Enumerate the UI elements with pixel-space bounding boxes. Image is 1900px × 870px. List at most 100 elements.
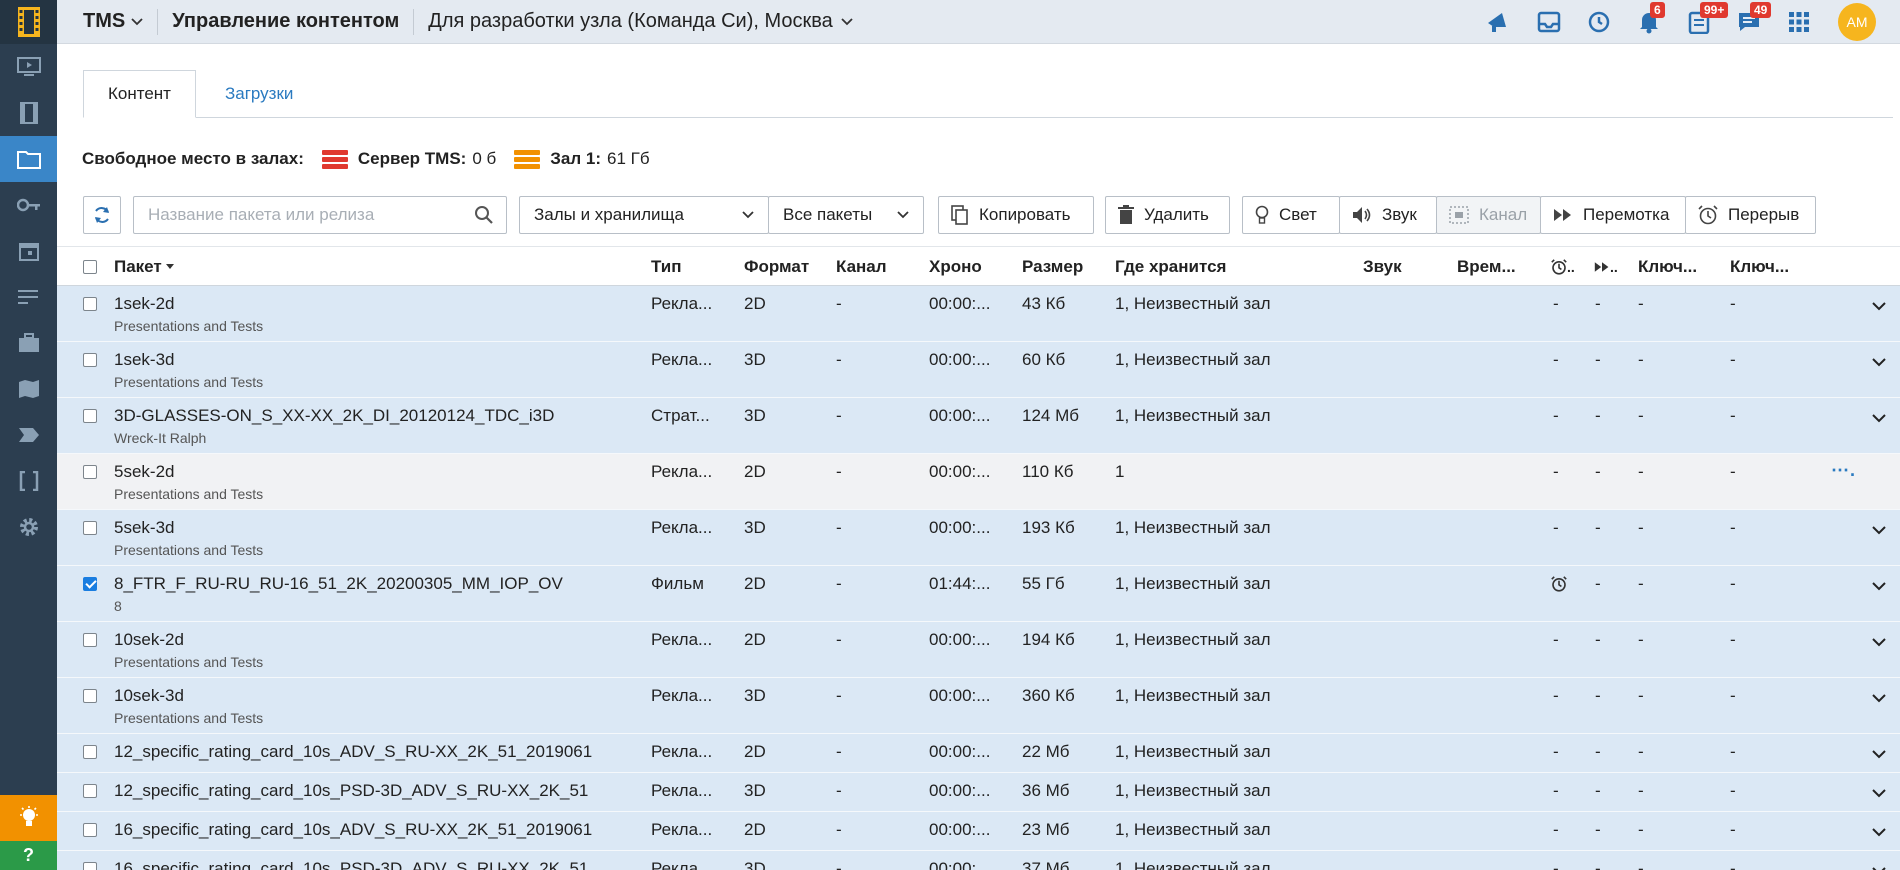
nav-tags[interactable] xyxy=(0,412,57,458)
column-break[interactable]: .. xyxy=(1551,247,1575,287)
packages-dropdown[interactable]: Все пакеты xyxy=(768,196,924,234)
row-checkbox[interactable] xyxy=(83,689,97,703)
key-2-value: - xyxy=(1730,406,1736,425)
user-avatar[interactable]: АМ xyxy=(1838,3,1876,41)
row-expand-button[interactable] xyxy=(1872,861,1886,870)
column-time[interactable]: Врем... xyxy=(1457,247,1516,287)
column-package[interactable]: Пакет xyxy=(114,247,174,287)
column-format[interactable]: Формат xyxy=(744,247,809,287)
select-all-checkbox[interactable] xyxy=(83,247,97,287)
key-1-value: - xyxy=(1638,630,1644,649)
column-rewind[interactable]: .. xyxy=(1594,247,1618,287)
nav-films[interactable] xyxy=(0,90,57,136)
row-expand-button[interactable] xyxy=(1872,744,1886,764)
row-expand-button[interactable] xyxy=(1872,520,1886,540)
table-row[interactable]: 12_specific_rating_card_10s_ADV_S_RU-XX_… xyxy=(57,734,1900,773)
row-checkbox[interactable] xyxy=(83,577,97,591)
column-key-1[interactable]: Ключ... xyxy=(1638,247,1697,287)
row-checkbox[interactable] xyxy=(83,823,97,837)
row-expand-button[interactable] xyxy=(1872,688,1886,708)
nav-projectors[interactable] xyxy=(0,320,57,366)
help-button[interactable]: ? xyxy=(0,841,57,870)
column-channel[interactable]: Канал xyxy=(836,247,887,287)
row-expand-button[interactable] xyxy=(1872,632,1886,652)
history-button[interactable] xyxy=(1574,0,1624,44)
table-row[interactable]: 16_specific_rating_card_10s_ADV_S_RU-XX_… xyxy=(57,812,1900,851)
app-switcher[interactable]: TMS xyxy=(83,10,143,33)
nav-playlists[interactable] xyxy=(0,274,57,320)
tab-content[interactable]: Контент xyxy=(83,70,196,118)
search-input[interactable]: Название пакета или релиза xyxy=(133,196,507,234)
nav-settings[interactable] xyxy=(0,504,57,550)
notifications-button[interactable]: 6 xyxy=(1624,0,1674,44)
nav-schedule[interactable] xyxy=(0,228,57,274)
row-expand-button[interactable] xyxy=(1872,408,1886,428)
rewind-button[interactable]: Перемотка xyxy=(1540,196,1686,234)
break-button[interactable]: Перерыв xyxy=(1685,196,1816,234)
messages-button[interactable]: 49 xyxy=(1724,0,1774,44)
announcements-button[interactable] xyxy=(1474,0,1524,44)
table-row[interactable]: 1sek-3d Presentations and Tests Рекла... 3D… xyxy=(57,342,1900,398)
column-stored[interactable]: Где хранится xyxy=(1115,247,1226,287)
column-type[interactable]: Тип xyxy=(651,247,681,287)
column-size[interactable]: Размер xyxy=(1022,247,1083,287)
table-row[interactable]: 5sek-2d Presentations and Tests Рекла... 2D… xyxy=(57,454,1900,510)
halls-dropdown[interactable]: Залы и хранилища xyxy=(519,196,769,234)
row-checkbox[interactable] xyxy=(83,353,97,367)
refresh-button[interactable] xyxy=(83,196,121,234)
app-logo[interactable] xyxy=(0,0,57,44)
row-expand-button[interactable] xyxy=(1872,576,1886,596)
table-row[interactable]: 8_FTR_F_RU-RU_RU-16_51_2K_20200305_MM_IO… xyxy=(57,566,1900,622)
table-row[interactable]: 5sek-3d Presentations and Tests Рекла... 3D… xyxy=(57,510,1900,566)
row-expand-button[interactable] xyxy=(1872,783,1886,803)
channel-button[interactable]: Канал xyxy=(1436,196,1541,234)
table-row[interactable]: 10sek-3d Presentations and Tests Рекла... 3… xyxy=(57,678,1900,734)
row-checkbox[interactable] xyxy=(83,521,97,535)
package-type: Рекла... xyxy=(651,350,713,369)
package-stored: 1, Неизвестный зал xyxy=(1115,781,1271,800)
tasks-button[interactable]: 99+ xyxy=(1674,0,1729,44)
apps-button[interactable] xyxy=(1774,0,1824,44)
refresh-icon xyxy=(95,207,109,223)
nav-halls[interactable] xyxy=(0,366,57,412)
table-row[interactable]: 10sek-2d Presentations and Tests Рекла... 2… xyxy=(57,622,1900,678)
package-type: Рекла... xyxy=(651,781,713,800)
table-row[interactable]: 12_specific_rating_card_10s_PSD-3D_ADV_S… xyxy=(57,773,1900,812)
tab-downloads[interactable]: Загрузки xyxy=(201,70,317,118)
map-icon xyxy=(18,380,39,398)
column-chrono[interactable]: Хроно xyxy=(929,247,982,287)
inbox-button[interactable] xyxy=(1524,0,1574,44)
nav-keys[interactable] xyxy=(0,182,57,228)
row-checkbox[interactable] xyxy=(83,409,97,423)
column-key-2[interactable]: Ключ... xyxy=(1730,247,1789,287)
package-type: Рекла... xyxy=(651,859,713,870)
sound-button[interactable]: Звук xyxy=(1339,196,1437,234)
calendar-icon xyxy=(18,243,39,261)
nav-brackets[interactable] xyxy=(0,458,57,504)
copy-button[interactable]: Копировать xyxy=(938,196,1094,234)
table-row[interactable]: 3D-GLASSES-ON_S_XX-XX_2K_DI_20120124_TDC… xyxy=(57,398,1900,454)
more-actions-icon[interactable]: ⋯. xyxy=(1831,460,1856,481)
nav-screens[interactable] xyxy=(0,44,57,90)
delete-button[interactable]: Удалить xyxy=(1105,196,1230,234)
row-checkbox[interactable] xyxy=(83,784,97,798)
column-sound[interactable]: Звук xyxy=(1363,247,1402,287)
left-sidebar: ? xyxy=(0,0,57,870)
row-checkbox[interactable] xyxy=(83,297,97,311)
site-selector[interactable]: Для разработки узла (Команда Си), Москва xyxy=(428,10,853,33)
row-checkbox[interactable] xyxy=(83,465,97,479)
row-checkbox[interactable] xyxy=(83,862,97,870)
light-button[interactable]: Свет xyxy=(1242,196,1340,234)
package-name: 10sek-3d xyxy=(114,686,184,705)
row-expand-button[interactable] xyxy=(1872,822,1886,842)
row-checkbox[interactable] xyxy=(83,745,97,759)
key-icon xyxy=(16,198,40,212)
table-row[interactable]: 16_specific_rating_card_10s_PSD-3D_ADV_S… xyxy=(57,851,1900,870)
row-expand-button[interactable] xyxy=(1872,352,1886,372)
row-expand-button[interactable] xyxy=(1872,296,1886,316)
table-row[interactable]: 1sek-2d Presentations and Tests Рекла... 2D… xyxy=(57,286,1900,342)
tips-button[interactable] xyxy=(0,795,57,841)
row-checkbox[interactable] xyxy=(83,633,97,647)
search-icon[interactable] xyxy=(474,205,494,225)
nav-content[interactable] xyxy=(0,136,57,182)
